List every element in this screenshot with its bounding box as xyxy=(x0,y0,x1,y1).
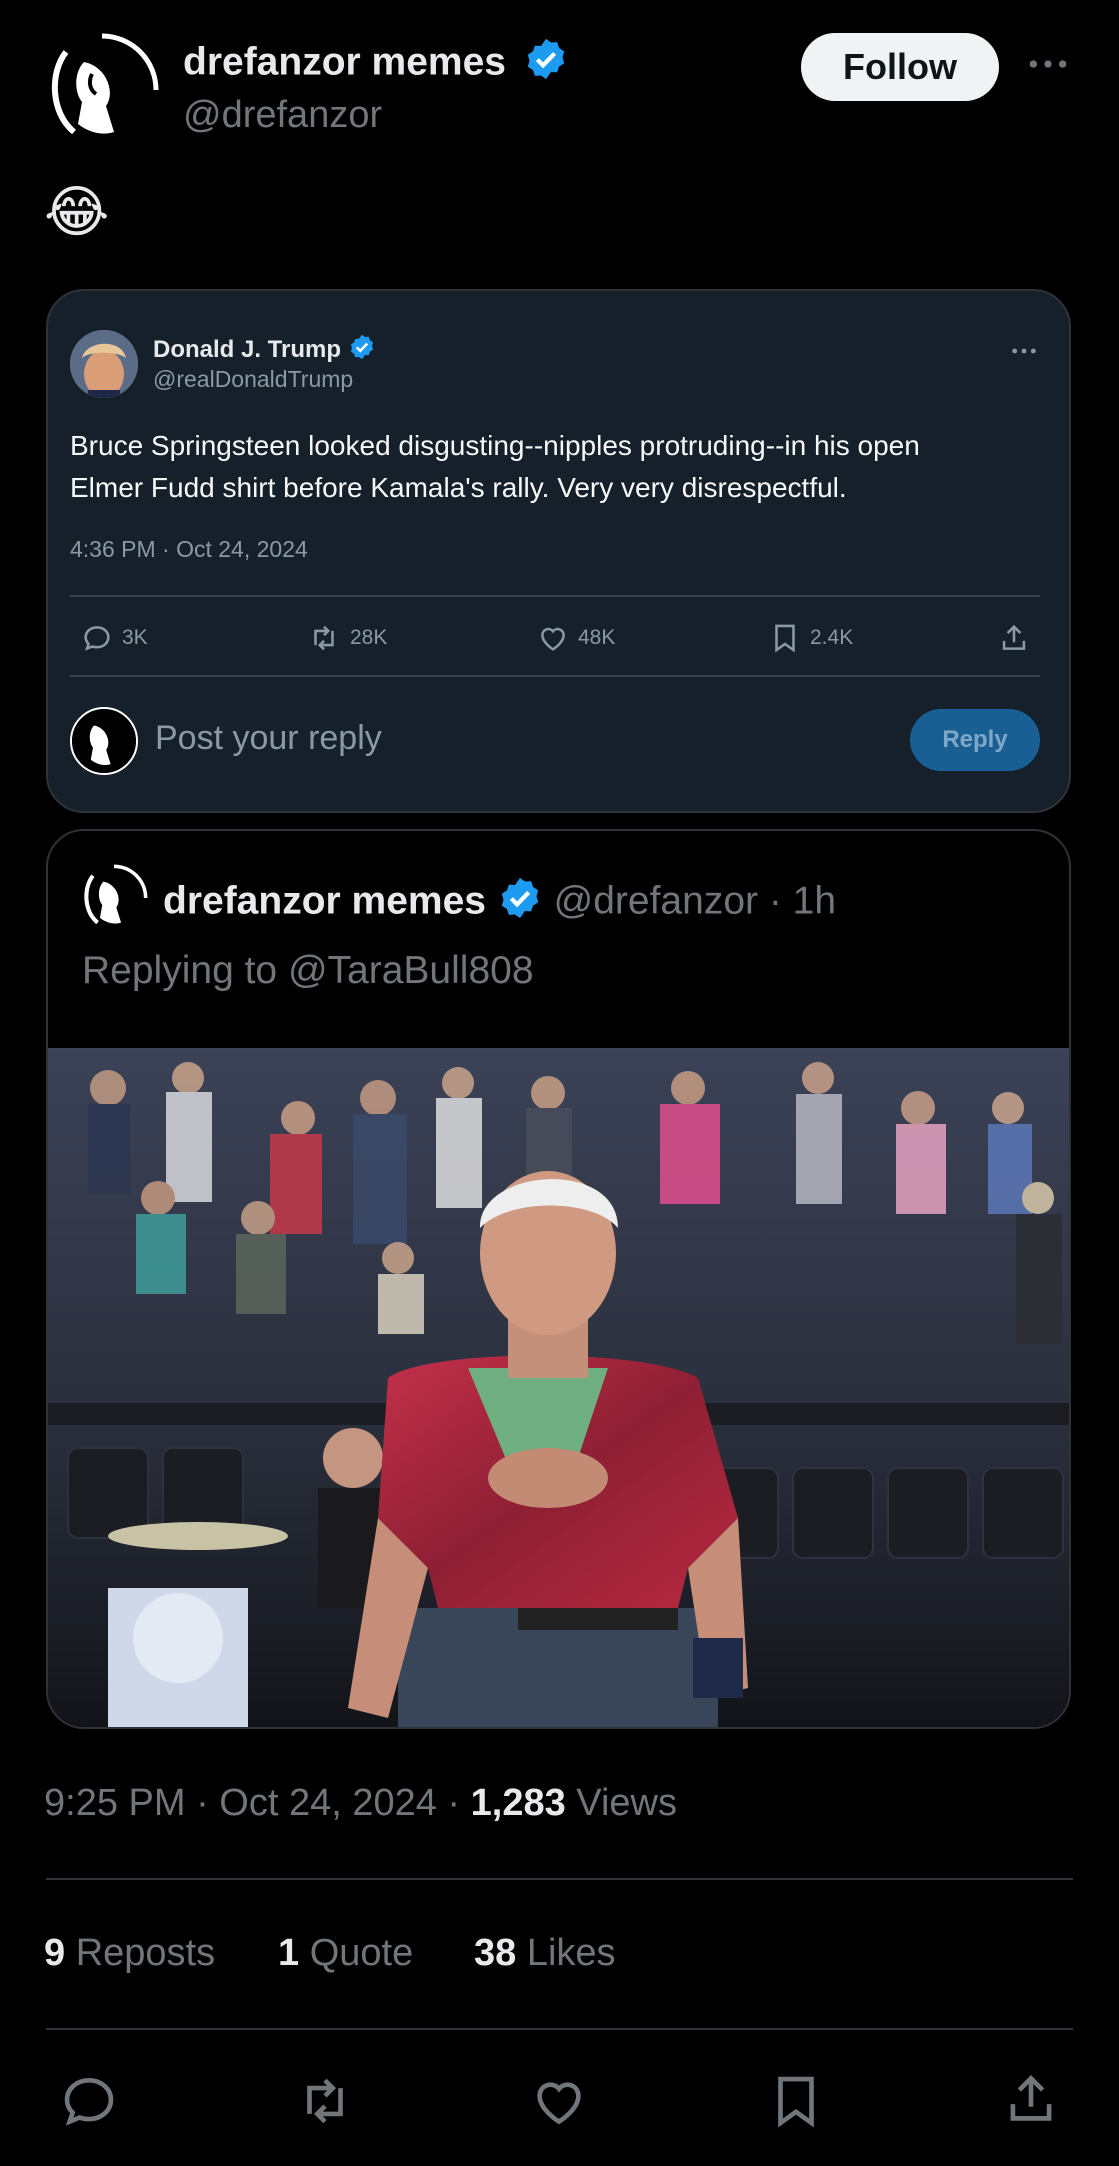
reply-icon[interactable] xyxy=(58,2070,120,2137)
repost-icon xyxy=(314,625,334,651)
bookmark-icon[interactable] xyxy=(765,2070,827,2137)
views-label: Views xyxy=(565,1782,677,1824)
views-count: 1,283 xyxy=(470,1782,566,1824)
quoted-text-line: Elmer Fudd shirt before Kamala's rally. … xyxy=(70,472,847,503)
quoted-text: Bruce Springsteen looked disgusting--nip… xyxy=(70,425,1050,509)
likes-stat[interactable]: 38 Likes xyxy=(474,1932,616,1975)
author-avatar[interactable] xyxy=(44,32,160,148)
reply-post-card[interactable]: drefanzor memes @drefanzor · 1h Replying… xyxy=(46,829,1071,1729)
reply-avatar xyxy=(70,707,138,775)
share-icon[interactable] xyxy=(997,621,1031,655)
quoted-post-card: Donald J. Trump @realDonaldTrump Bruce S… xyxy=(46,289,1071,813)
quoted-reply-metric[interactable]: 3K xyxy=(80,621,148,655)
quoted-name[interactable]: Donald J. Trump xyxy=(153,336,341,363)
verified-icon xyxy=(348,333,376,368)
quotes-count: 1 xyxy=(278,1932,300,1974)
author-name-row: drefanzor memes xyxy=(183,36,569,92)
verified-icon xyxy=(523,36,569,92)
post-photo[interactable] xyxy=(48,1048,1069,1727)
quoted-bookmark-metric[interactable]: 2.4K xyxy=(768,621,853,655)
repost-icon[interactable] xyxy=(293,2070,357,2137)
reply-card-avatar[interactable] xyxy=(80,864,148,932)
reply-count: 3K xyxy=(122,626,148,649)
reply-input[interactable]: Post your reply xyxy=(155,719,382,758)
verified-icon xyxy=(497,875,543,931)
reposts-stat[interactable]: 9 Reposts xyxy=(44,1932,215,1975)
divider xyxy=(70,595,1040,597)
reply-card-handle[interactable]: @drefanzor xyxy=(554,879,758,922)
bookmark-count: 2.4K xyxy=(810,626,854,649)
like-count: 48K xyxy=(578,626,616,649)
reply-card-age: · 1h xyxy=(768,879,837,923)
more-icon[interactable] xyxy=(1008,335,1040,372)
author-name[interactable]: drefanzor memes xyxy=(183,40,506,83)
like-icon xyxy=(541,627,565,651)
divider xyxy=(70,675,1040,677)
likes-label: Likes xyxy=(526,1932,616,1974)
divider xyxy=(46,1878,1073,1880)
reply-card-header: drefanzor memes @drefanzor · 1h xyxy=(163,875,836,931)
like-icon[interactable] xyxy=(528,2070,590,2137)
quoted-handle[interactable]: @realDonaldTrump xyxy=(153,366,353,393)
bookmark-icon xyxy=(775,624,795,653)
quoted-like-metric[interactable]: 48K xyxy=(536,621,615,655)
reposts-label: Reposts xyxy=(75,1932,216,1974)
tweet-text: 😂 xyxy=(44,180,110,243)
post-time[interactable]: 9:25 PM · Oct 24, 2024 · xyxy=(44,1782,471,1824)
likes-count: 38 xyxy=(474,1932,517,1974)
quoted-repost-metric[interactable]: 28K xyxy=(306,621,387,655)
quoted-name-row: Donald J. Trump xyxy=(153,333,376,368)
quotes-stat[interactable]: 1 Quote xyxy=(278,1932,413,1975)
quoted-timestamp[interactable]: 4:36 PM · Oct 24, 2024 xyxy=(70,536,308,563)
replying-to[interactable]: Replying to @TaraBull808 xyxy=(82,949,534,993)
reply-card-name[interactable]: drefanzor memes xyxy=(163,879,486,922)
reply-icon xyxy=(84,626,110,651)
quotes-label: Quote xyxy=(309,1932,414,1974)
reposts-count: 9 xyxy=(44,1932,66,1974)
quoted-avatar[interactable] xyxy=(70,330,138,398)
divider xyxy=(46,2028,1073,2030)
follow-button[interactable]: Follow xyxy=(801,33,999,101)
repost-count: 28K xyxy=(350,626,388,649)
author-handle[interactable]: @drefanzor xyxy=(183,94,382,137)
post-meta: 9:25 PM · Oct 24, 2024 · 1,283 Views xyxy=(44,1782,677,1825)
quoted-text-line: Bruce Springsteen looked disgusting--nip… xyxy=(70,430,920,461)
reply-button[interactable]: Reply xyxy=(910,709,1040,771)
more-icon[interactable] xyxy=(1026,42,1070,96)
share-icon[interactable] xyxy=(1000,2068,1062,2135)
